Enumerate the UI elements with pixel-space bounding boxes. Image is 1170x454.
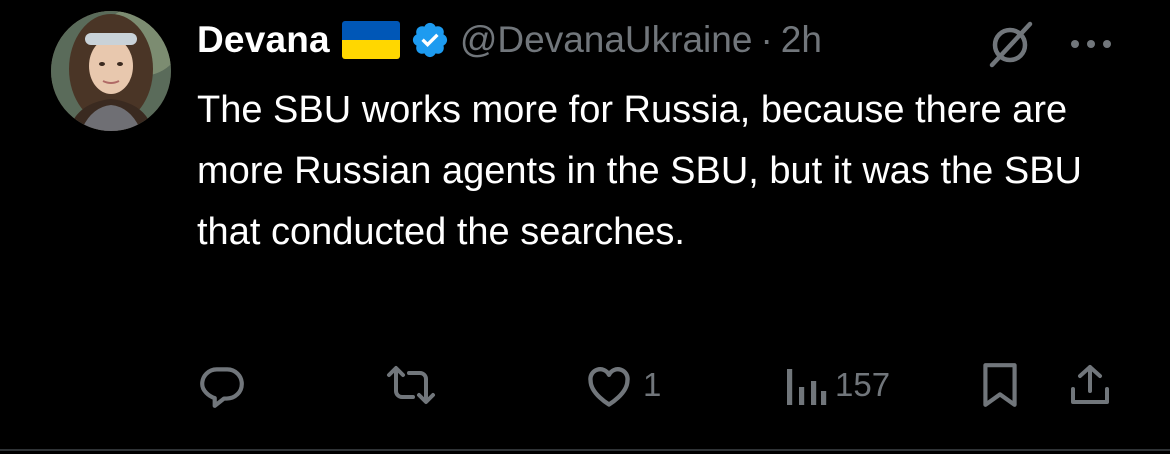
like-icon xyxy=(583,361,635,409)
reply-icon xyxy=(197,360,247,410)
action-bar: 1 157 xyxy=(0,355,1170,415)
bookmark-button[interactable] xyxy=(978,355,1022,415)
views-button[interactable]: 157 xyxy=(783,355,890,415)
avatar[interactable] xyxy=(51,11,171,131)
tweet[interactable]: Devana @DevanaUkraine · 2h The SBU works… xyxy=(0,0,1170,454)
grok-icon[interactable] xyxy=(985,18,1037,70)
author-handle[interactable]: @DevanaUkraine xyxy=(460,19,753,61)
more-icon[interactable] xyxy=(1067,24,1115,64)
tweet-text: The SBU works more for Russia, because t… xyxy=(197,89,1082,253)
share-icon xyxy=(1066,360,1114,410)
bookmark-icon xyxy=(978,360,1022,410)
retweet-button[interactable] xyxy=(383,355,439,415)
retweet-icon xyxy=(383,360,439,410)
views-icon xyxy=(783,361,827,409)
reply-button[interactable] xyxy=(197,355,247,415)
separator-dot: · xyxy=(760,19,773,60)
timestamp[interactable]: 2h xyxy=(781,19,822,61)
share-button[interactable] xyxy=(1066,355,1114,415)
ukraine-flag-icon xyxy=(341,21,400,59)
like-count: 1 xyxy=(643,366,662,403)
divider xyxy=(0,449,1170,451)
like-button[interactable]: 1 xyxy=(583,355,661,415)
views-count: 157 xyxy=(835,366,891,403)
tweet-header: Devana @DevanaUkraine · 2h xyxy=(197,14,822,66)
author-name[interactable]: Devana xyxy=(197,19,330,61)
verified-badge-icon[interactable] xyxy=(410,20,450,60)
